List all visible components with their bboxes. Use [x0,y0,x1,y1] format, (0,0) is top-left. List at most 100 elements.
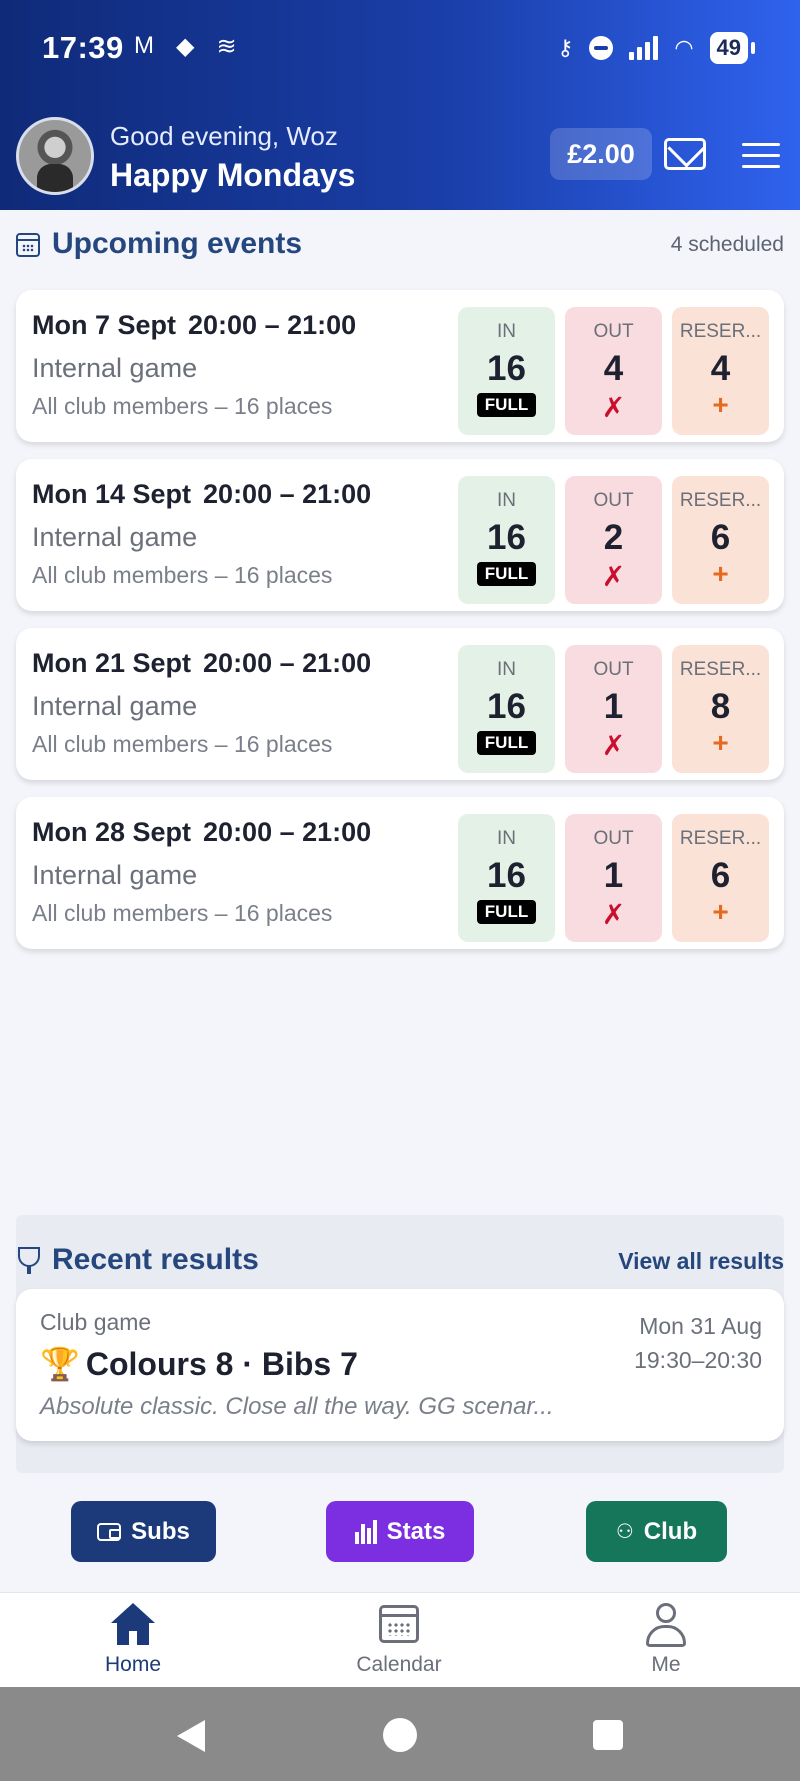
event-date: Mon 28 Sept [32,817,192,847]
event-time: 20:00 – 21:00 [203,817,372,847]
trophy-icon: 🏆 [40,1346,80,1382]
out-box[interactable]: OUT 1 ✗ [565,814,662,942]
full-badge: FULL [476,393,537,417]
nav-me[interactable]: Me [586,1593,746,1688]
recent-results-section: Recent results View all results Club gam… [16,1215,784,1473]
out-count: 4 [603,349,624,388]
out-label: OUT [593,828,634,849]
home-circle-icon[interactable] [383,1718,417,1752]
out-count: 2 [603,518,624,557]
mail-icon[interactable] [664,138,706,170]
event-date-line: Mon 21 Sept 20:00 – 21:00 [32,648,371,679]
wifi-icon: ◠ [674,35,694,60]
reserve-box[interactable]: RESER... 8 + [672,645,769,773]
nav-home[interactable]: Home [53,1593,213,1688]
status-bar: 17:39 M ◆ ≋ ⚷ ◠ 49 [0,0,800,100]
reserve-label: RESER... [679,490,762,511]
event-places: All club members – 16 places [32,900,333,926]
upcoming-header: Upcoming events 4 scheduled [16,225,784,265]
recents-icon[interactable] [593,1720,623,1750]
view-all-results-link[interactable]: View all results [618,1248,784,1275]
result-card[interactable]: Club game 🏆 Colours 8 · Bibs 7 Absolute c… [16,1289,784,1441]
results-title: Recent results [52,1243,259,1276]
result-comment: Absolute classic. Close all the way. GG … [40,1393,554,1420]
trophy-icon [18,1247,40,1274]
diamond-icon: ◆ [176,33,195,60]
plus-icon: + [712,558,729,589]
nav-calendar-label: Calendar [356,1653,442,1676]
subs-label: Subs [131,1517,190,1545]
avatar[interactable] [16,117,94,195]
status-right-icons: ⚷ ◠ 49 [557,32,756,64]
battery-icon: 49 [709,32,756,64]
in-label: IN [497,321,516,342]
people-icon: ⚇ [615,1521,634,1543]
reserve-box[interactable]: RESER... 6 + [672,814,769,942]
event-card[interactable]: Mon 21 Sept 20:00 – 21:00 Internal game A… [16,628,784,780]
result-score: Colours 8 · Bibs 7 [85,1346,358,1382]
full-badge: FULL [476,900,537,924]
event-card[interactable]: Mon 28 Sept 20:00 – 21:00 Internal game A… [16,797,784,949]
cross-icon: ✗ [601,899,626,930]
subs-button[interactable]: Subs [71,1501,216,1562]
in-box[interactable]: IN 16 FULL [458,645,555,773]
reserve-count: 6 [710,856,731,895]
person-icon [642,1601,690,1649]
stats-button[interactable]: Stats [326,1501,474,1562]
app-header: Good evening, Woz Happy Mondays £2.00 [0,105,800,210]
out-box[interactable]: OUT 2 ✗ [565,476,662,604]
event-type: Internal game [32,691,198,721]
cross-icon: ✗ [601,561,626,592]
in-label: IN [497,659,516,680]
upcoming-title: Upcoming events [52,227,303,260]
event-card[interactable]: Mon 7 Sept 20:00 – 21:00 Internal game Al… [16,290,784,442]
event-date-line: Mon 28 Sept 20:00 – 21:00 [32,817,371,848]
event-time: 20:00 – 21:00 [203,648,372,678]
event-date-line: Mon 7 Sept 20:00 – 21:00 [32,310,356,341]
status-left-icons: M ◆ ≋ [134,32,237,61]
reserve-label: RESER... [679,659,762,680]
event-time: 20:00 – 21:00 [203,479,372,509]
menu-icon[interactable] [742,143,780,176]
in-box[interactable]: IN 16 FULL [458,476,555,604]
back-icon[interactable] [177,1720,205,1752]
greeting-text: Good evening, Woz [110,121,338,151]
out-label: OUT [593,659,634,680]
full-badge: FULL [476,731,537,755]
reserve-box[interactable]: RESER... 6 + [672,476,769,604]
event-date-line: Mon 14 Sept 20:00 – 21:00 [32,479,371,510]
event-type: Internal game [32,860,198,890]
nav-me-label: Me [651,1653,681,1676]
in-count: 16 [487,518,526,557]
key-icon: ⚷ [557,35,574,60]
club-name[interactable]: Happy Mondays [110,157,355,194]
event-type: Internal game [32,522,198,552]
event-places: All club members – 16 places [32,731,333,757]
event-places: All club members – 16 places [32,393,333,419]
balance-button[interactable]: £2.00 [550,128,652,180]
stats-label: Stats [386,1517,446,1545]
event-card[interactable]: Mon 14 Sept 20:00 – 21:00 Internal game A… [16,459,784,611]
club-label: Club [643,1517,698,1545]
in-count: 16 [487,687,526,726]
calendar-icon [375,1601,423,1649]
in-label: IN [497,490,516,511]
reserve-count: 6 [710,518,731,557]
in-box[interactable]: IN 16 FULL [458,307,555,435]
reserve-box[interactable]: RESER... 4 + [672,307,769,435]
event-date: Mon 14 Sept [32,479,192,509]
reserve-label: RESER... [679,828,762,849]
out-box[interactable]: OUT 4 ✗ [565,307,662,435]
nav-home-label: Home [104,1653,162,1676]
wallet-icon [97,1522,122,1541]
result-category: Club game [40,1309,152,1335]
out-box[interactable]: OUT 1 ✗ [565,645,662,773]
club-button[interactable]: ⚇ Club [586,1501,727,1562]
reserve-count: 4 [710,349,731,388]
full-badge: FULL [476,562,537,586]
in-box[interactable]: IN 16 FULL [458,814,555,942]
calendar-icon [16,233,40,257]
system-nav-bar [0,1687,800,1781]
nav-calendar[interactable]: Calendar [319,1593,479,1688]
result-date: Mon 31 Aug [639,1313,762,1339]
